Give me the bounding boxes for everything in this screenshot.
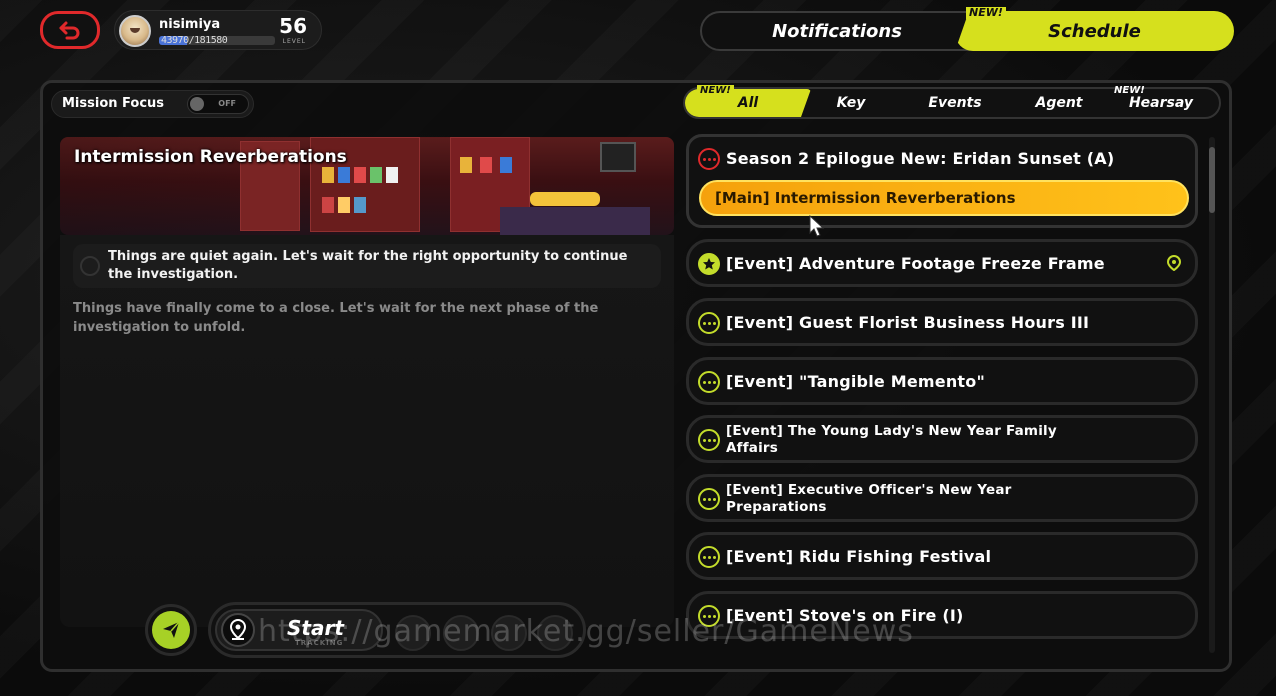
quest-card[interactable]: [Event] Adventure Footage Freeze Frame <box>686 239 1198 287</box>
box <box>500 157 512 173</box>
send-icon-bg <box>152 611 190 649</box>
watermark: https://gamemarket.gg/seller/GameNews <box>258 614 914 649</box>
mouse-cursor-icon <box>808 214 828 242</box>
dots-icon <box>698 429 720 451</box>
dots-icon <box>698 312 720 334</box>
back-button[interactable] <box>40 11 100 49</box>
objective-row: Things are quiet again. Let's wait for t… <box>73 244 661 288</box>
quest-card-title: Season 2 Epilogue New: Eridan Sunset (A) <box>726 149 1115 168</box>
quest-description: Things have finally come to a close. Let… <box>73 301 599 335</box>
quest-card-title: [Event] "Tangible Memento" <box>726 372 985 391</box>
toggle-state: OFF <box>218 99 236 108</box>
avatar <box>119 15 151 47</box>
xp-current: 43970 <box>161 35 189 46</box>
username: nisimiya <box>159 17 221 32</box>
quest-card-title: [Event] Ridu Fishing Festival <box>726 547 992 566</box>
box <box>322 197 334 213</box>
tab-agent[interactable]: Agent <box>1009 89 1109 117</box>
tab-notifications[interactable]: Notifications <box>702 11 972 51</box>
tab-key[interactable]: Key <box>803 89 899 117</box>
objective-status-icon <box>80 256 100 276</box>
xp-text: 43970/181580 <box>161 35 228 46</box>
quest-banner-image: Intermission Reverberations <box>60 137 674 235</box>
tv <box>600 142 636 172</box>
quest-title: Intermission Reverberations <box>74 147 347 167</box>
mission-focus: Mission Focus OFF <box>51 90 254 118</box>
box <box>370 167 382 183</box>
quest-card[interactable]: [Event] Executive Officer's New Year Pre… <box>686 474 1198 522</box>
back-arrow-icon <box>59 21 80 40</box>
box <box>386 167 398 183</box>
quest-card[interactable]: [Event] "Tangible Memento" <box>686 357 1198 405</box>
box <box>460 157 472 173</box>
xp-total: /181580 <box>188 35 228 46</box>
quest-card-season2[interactable]: Season 2 Epilogue New: Eridan Sunset (A)… <box>686 134 1198 228</box>
dots-icon <box>698 148 720 170</box>
location-pin-icon <box>221 613 255 647</box>
new-badge: NEW! <box>1114 85 1145 96</box>
scroll-thumb[interactable] <box>1209 147 1215 213</box>
box <box>338 197 350 213</box>
counter <box>500 207 650 235</box>
tab-events[interactable]: Events <box>903 89 1007 117</box>
detail-area <box>60 235 674 627</box>
player-profile[interactable]: nisimiya 43970/181580 56 LEVEL <box>114 10 322 50</box>
mission-focus-toggle[interactable]: OFF <box>187 94 249 114</box>
mission-focus-label: Mission Focus <box>62 96 165 111</box>
quest-card[interactable]: [Event] Guest Florist Business Hours III <box>686 298 1198 346</box>
quest-card[interactable]: [Event] Ridu Fishing Festival <box>686 532 1198 580</box>
box <box>338 167 350 183</box>
quest-card-title: [Event] The Young Lady's New Year Family… <box>726 423 1057 456</box>
sub-quest-main[interactable]: [Main] Intermission Reverberations <box>699 180 1189 216</box>
new-badge: NEW! <box>697 85 734 97</box>
navigate-button[interactable] <box>145 604 197 656</box>
level-number: 56 <box>279 14 307 38</box>
quest-card-title: [Event] Executive Officer's New Year Pre… <box>726 482 1012 515</box>
dots-icon <box>698 371 720 393</box>
star-icon <box>698 253 720 275</box>
sign <box>530 192 600 206</box>
box <box>354 197 366 213</box>
quest-card-title: [Event] Guest Florist Business Hours III <box>726 313 1090 332</box>
level-label: LEVEL <box>282 38 306 45</box>
sub-quest-title: [Main] Intermission Reverberations <box>715 189 1016 207</box>
new-badge: NEW! <box>966 7 1006 19</box>
send-icon <box>163 621 180 638</box>
quest-card[interactable]: [Event] The Young Lady's New Year Family… <box>686 415 1198 463</box>
map-pin-icon <box>1166 254 1182 275</box>
toggle-knob <box>190 97 204 111</box>
box <box>354 167 366 183</box>
dots-icon <box>698 546 720 568</box>
box <box>480 157 492 173</box>
objective-text: Things are quiet again. Let's wait for t… <box>108 249 628 282</box>
quest-card-title: [Event] Adventure Footage Freeze Frame <box>726 254 1105 273</box>
dots-icon <box>698 488 720 510</box>
box <box>322 167 334 183</box>
quest-list-scrollbar[interactable] <box>1209 137 1215 653</box>
